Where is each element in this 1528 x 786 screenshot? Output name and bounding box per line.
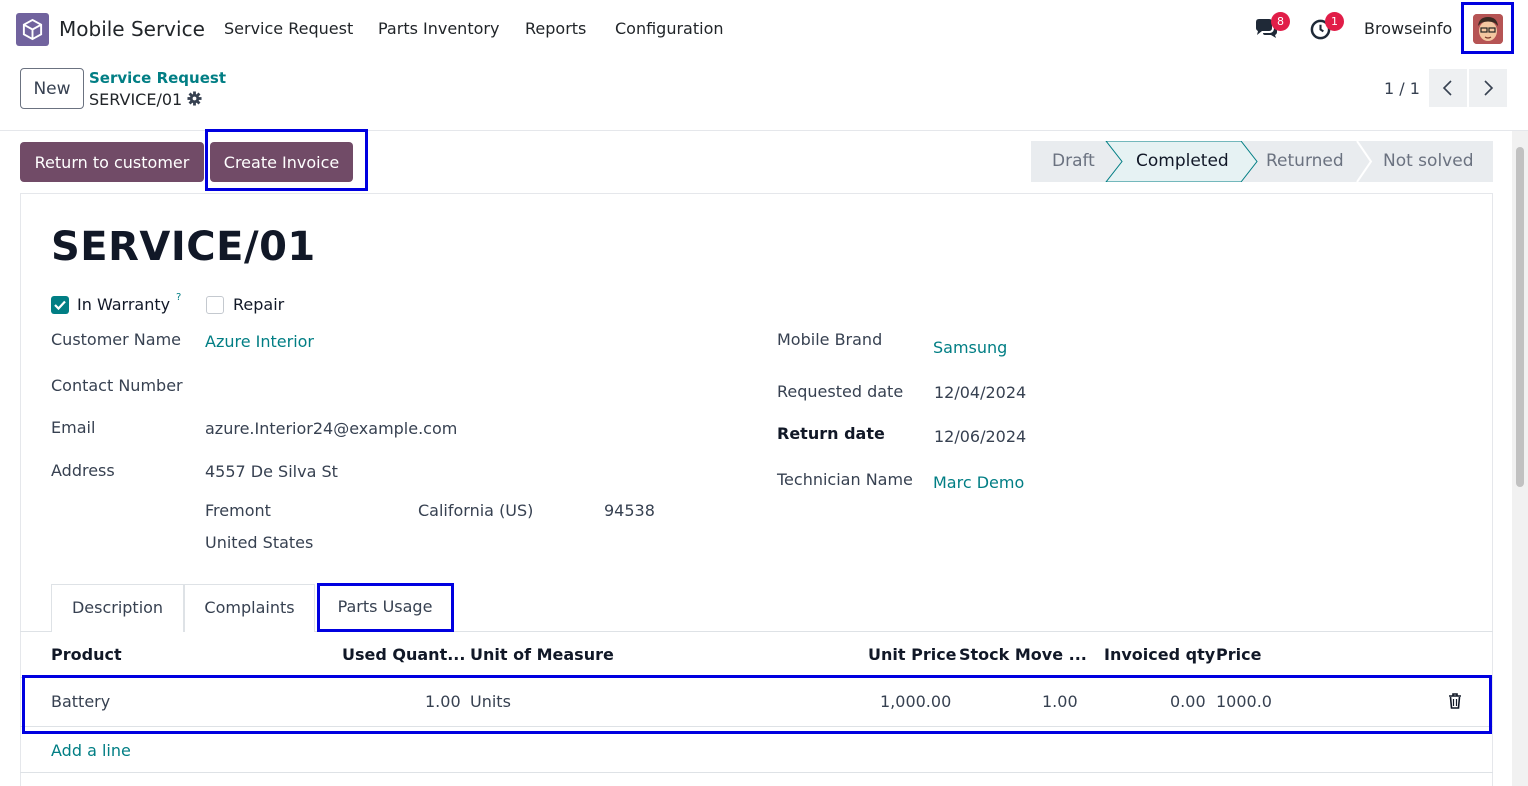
column-unit-of-measure[interactable]: Unit of Measure <box>470 645 614 664</box>
address-label: Address <box>51 461 115 480</box>
pager-previous-button[interactable] <box>1429 69 1467 107</box>
in-warranty-label: In Warranty <box>77 295 171 314</box>
avatar[interactable] <box>1473 14 1503 44</box>
breadcrumb-parent[interactable]: Service Request <box>89 69 226 87</box>
menu-configuration[interactable]: Configuration <box>615 19 724 38</box>
menu-service-request[interactable]: Service Request <box>224 19 353 38</box>
technician-name-label: Technician Name <box>777 470 913 489</box>
repair-label: Repair <box>233 295 285 314</box>
parts-usage-highlight <box>317 583 454 632</box>
scrollbar-thumb[interactable] <box>1516 147 1524 487</box>
column-stock-move[interactable]: Stock Move ... <box>959 645 1087 664</box>
column-used-quantity[interactable]: Used Quant... <box>342 645 465 664</box>
repair-checkbox[interactable] <box>206 296 224 314</box>
street-field[interactable]: 4557 De Silva St <box>205 462 338 481</box>
pager-value[interactable]: 1 / 1 <box>1384 79 1420 98</box>
in-warranty-checkbox[interactable] <box>51 296 69 314</box>
page-scrollbar[interactable] <box>1512 131 1528 786</box>
activities-badge: 1 <box>1325 12 1344 31</box>
table-row-highlight <box>22 675 1492 734</box>
mobile-brand-field[interactable]: Samsung <box>933 338 1007 357</box>
customer-name-field[interactable]: Azure Interior <box>205 332 314 351</box>
email-field[interactable]: azure.Interior24@example.com <box>205 419 457 438</box>
zip-field[interactable]: 94538 <box>604 501 655 520</box>
stage-draft[interactable]: Draft <box>1052 141 1095 182</box>
stage-not-solved[interactable]: Not solved <box>1383 141 1473 182</box>
status-stages: Draft Completed Returned Not solved <box>1031 141 1493 182</box>
return-date-field[interactable]: 12/06/2024 <box>934 427 1026 446</box>
add-line-link[interactable]: Add a line <box>51 741 131 760</box>
menu-parts-inventory[interactable]: Parts Inventory <box>378 19 499 38</box>
app-name[interactable]: Mobile Service <box>59 17 205 41</box>
top-navbar: Mobile Service Service Request Parts Inv… <box>0 0 1528 58</box>
mobile-brand-label: Mobile Brand <box>777 330 883 349</box>
column-unit-price[interactable]: Unit Price <box>868 645 957 664</box>
tab-description[interactable]: Description <box>51 584 184 632</box>
breadcrumb-current: SERVICE/01 <box>89 90 183 109</box>
record-title: SERVICE/01 <box>51 224 316 270</box>
menu-reports[interactable]: Reports <box>525 19 586 38</box>
return-to-customer-button[interactable]: Return to customer <box>20 142 204 182</box>
user-name[interactable]: Browseinfo <box>1364 19 1452 38</box>
control-panel: New Service Request SERVICE/01 1 / 1 <box>0 58 1528 131</box>
create-invoice-highlight <box>205 129 368 191</box>
app-logo-icon[interactable] <box>16 13 49 46</box>
city-field[interactable]: Fremont <box>205 501 271 520</box>
country-field[interactable]: United States <box>205 533 313 552</box>
in-warranty-help-icon[interactable]: ? <box>176 292 181 303</box>
stage-completed[interactable]: Completed <box>1136 141 1229 182</box>
column-product[interactable]: Product <box>51 645 122 664</box>
customer-name-label: Customer Name <box>51 330 182 349</box>
requested-date-label: Requested date <box>777 382 904 401</box>
table-footer-divider <box>20 772 1493 773</box>
gear-icon[interactable] <box>187 91 202 110</box>
return-date-label: Return date <box>777 424 885 443</box>
user-avatar-highlight[interactable] <box>1461 2 1514 54</box>
stage-returned[interactable]: Returned <box>1266 141 1344 182</box>
contact-number-label: Contact Number <box>51 376 183 395</box>
messages-badge: 8 <box>1271 12 1290 31</box>
new-button[interactable]: New <box>20 68 84 109</box>
state-field[interactable]: California (US) <box>418 501 533 520</box>
tab-complaints[interactable]: Complaints <box>184 584 315 632</box>
technician-name-field[interactable]: Marc Demo <box>933 473 1024 492</box>
requested-date-field[interactable]: 12/04/2024 <box>934 383 1026 402</box>
pager-next-button[interactable] <box>1469 69 1507 107</box>
email-label: Email <box>51 418 96 437</box>
column-price[interactable]: Price <box>1216 645 1261 664</box>
column-invoiced-qty[interactable]: Invoiced qty <box>1104 645 1215 664</box>
